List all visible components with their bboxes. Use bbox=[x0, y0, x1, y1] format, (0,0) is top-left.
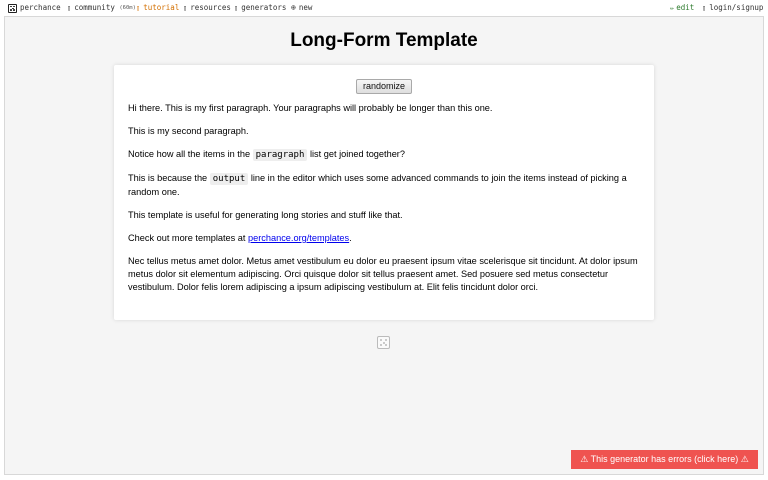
nav-tutorial[interactable]: ▯ tutorial bbox=[136, 2, 179, 14]
nav-community-label: community bbox=[74, 3, 115, 12]
randomize-button[interactable]: randomize bbox=[356, 79, 412, 94]
error-banner[interactable]: ⚠ This generator has errors (click here)… bbox=[571, 450, 758, 469]
paragraph-7: Nec tellus metus amet dolor. Metus amet … bbox=[128, 256, 638, 292]
nav-edit[interactable]: ✏ edit bbox=[670, 2, 694, 14]
paragraph-4-text-a: This is because the bbox=[128, 173, 208, 183]
nav-new[interactable]: ⊕ new bbox=[291, 2, 312, 14]
resources-icon: ▯ bbox=[183, 4, 188, 12]
page-title: Long-Form Template bbox=[290, 30, 478, 51]
generators-icon: ▯ bbox=[234, 4, 239, 12]
paragraph-3-text-b: list get joined together? bbox=[309, 149, 405, 159]
nav-login[interactable]: ▯ login/signup bbox=[702, 2, 763, 14]
paragraph-3: Notice how all the items in the paragrap… bbox=[128, 148, 638, 162]
nav-perchance-label: perchance bbox=[20, 3, 61, 12]
login-icon: ▯ bbox=[702, 4, 707, 12]
nav-generators-label: generators bbox=[241, 3, 287, 12]
paragraph-6-text-a: Check out more templates at bbox=[128, 233, 246, 243]
nav-community[interactable]: ▯ community (60m) bbox=[67, 2, 136, 14]
nav-resources-label: resources bbox=[190, 3, 231, 12]
nav-login-label: login/signup bbox=[709, 3, 764, 12]
paragraph-2: This is my second paragraph. bbox=[128, 126, 249, 136]
paragraph-3-text-a: Notice how all the items in the bbox=[128, 149, 251, 159]
nav-tutorial-label: tutorial bbox=[143, 3, 180, 12]
nav-resources[interactable]: ▯ resources bbox=[183, 2, 231, 14]
nav-generators[interactable]: ▯ generators bbox=[234, 2, 286, 14]
dice-icon[interactable] bbox=[377, 336, 390, 349]
code-paragraph: paragraph bbox=[252, 149, 308, 161]
code-output: output bbox=[209, 173, 249, 185]
community-count: (60m) bbox=[119, 5, 136, 11]
pencil-icon: ✏ bbox=[670, 4, 675, 12]
templates-link[interactable]: perchance.org/templates bbox=[248, 233, 349, 243]
nav-perchance[interactable]: perchance bbox=[8, 2, 61, 14]
paragraph-6: Check out more templates at perchance.or… bbox=[128, 232, 638, 245]
nav-new-label: new bbox=[298, 3, 313, 12]
paragraph-1: Hi there. This is my first paragraph. Yo… bbox=[128, 103, 493, 113]
paragraph-4: This is because the output line in the e… bbox=[128, 172, 638, 199]
output-card: randomize Hi there. This is my first par… bbox=[114, 65, 654, 320]
tutorial-icon: ▯ bbox=[136, 4, 141, 12]
plus-circle-icon: ⊕ bbox=[291, 3, 296, 12]
community-icon: ▯ bbox=[67, 4, 72, 12]
paragraph-6-text-b: . bbox=[349, 233, 352, 243]
dice-icon bbox=[8, 3, 17, 13]
nav-edit-label: edit bbox=[676, 3, 695, 12]
top-nav: perchance ▯ community (60m) ▯ tutorial ▯ re… bbox=[0, 0, 768, 16]
paragraph-5: This template is useful for generating l… bbox=[128, 210, 403, 220]
